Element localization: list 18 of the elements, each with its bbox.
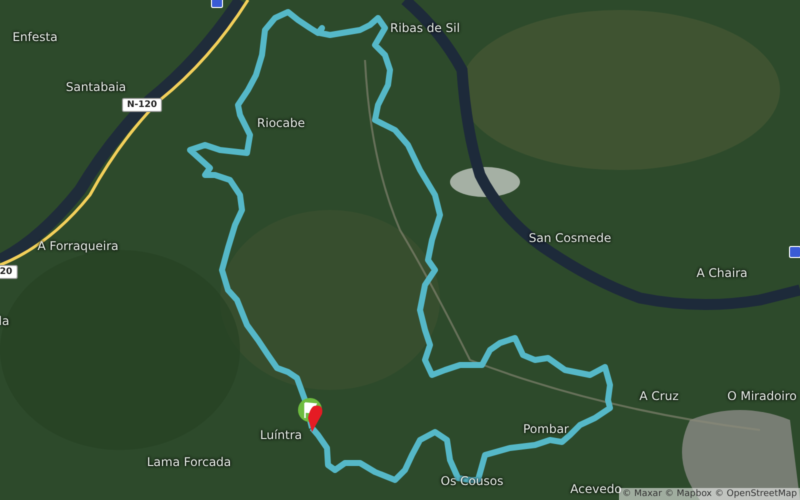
place-label: Pombar — [523, 422, 569, 436]
place-label: Acevedo — [570, 482, 622, 496]
road-shield: N-120 — [122, 98, 162, 112]
place-label: O Miradoiro — [727, 389, 797, 403]
place-label: Santabaia — [66, 80, 126, 94]
place-label: Luíntra — [260, 428, 302, 442]
place-label: Ribas de Sil — [390, 21, 460, 35]
place-label: A Cruz — [639, 389, 679, 403]
place-label: Enfesta — [12, 30, 58, 44]
road-shield: 20 — [0, 265, 18, 279]
satellite-map[interactable]: Enfesta Santabaia Riocabe Ribas de Sil A Forraqueira San Cosmede A Chaira la A Cruz O Miradoiro Luíntra Pombar Lama Forcada Os Cousos Acevedo N-120 20 © Maxar © Mapbox © OpenStreetMap — [0, 0, 800, 500]
place-label: Riocabe — [257, 116, 305, 130]
place-label: A Forraqueira — [37, 239, 119, 253]
place-label: A Chaira — [696, 266, 748, 280]
place-label: Os Cousos — [440, 474, 504, 488]
place-label: Lama Forcada — [146, 455, 232, 469]
place-label: San Cosmede — [528, 231, 612, 245]
place-label: la — [0, 314, 10, 328]
